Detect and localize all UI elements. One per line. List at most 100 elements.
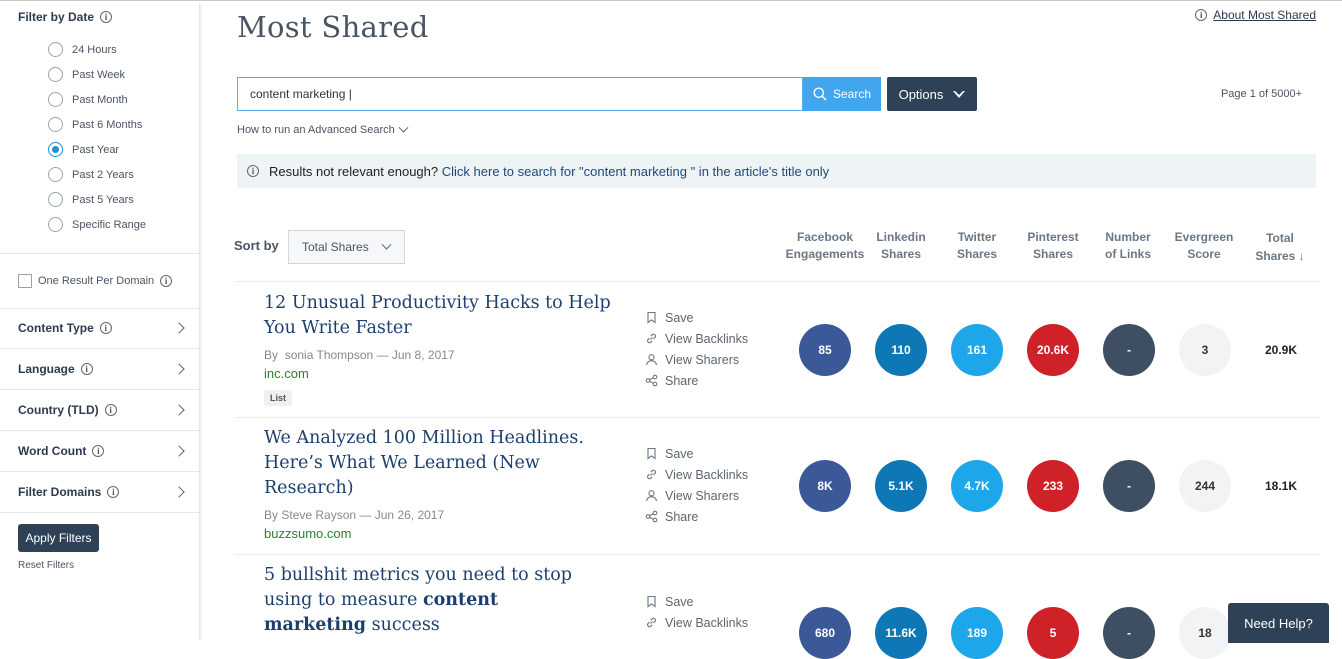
article-domain[interactable]: inc.com bbox=[264, 366, 309, 381]
article-title[interactable]: 5 bullshit metrics you need to stop usin… bbox=[264, 563, 594, 638]
number-of-links-badge[interactable]: - bbox=[1103, 607, 1155, 659]
article-title[interactable]: 12 Unusual Productivity Hacks to Help Yo… bbox=[264, 291, 614, 341]
linkedin-shares-badge[interactable]: 11.6K bbox=[875, 607, 927, 659]
save-button[interactable]: Save bbox=[645, 591, 748, 612]
date-option-past-6-months[interactable]: Past 6 Months bbox=[48, 112, 146, 137]
advanced-search-link[interactable]: How to run an Advanced Search bbox=[237, 122, 409, 136]
view-backlinks-button[interactable]: View Backlinks bbox=[645, 612, 748, 633]
sort-select-value: Total Shares bbox=[302, 240, 369, 254]
facebook-engagements-badge[interactable]: 680 bbox=[799, 607, 851, 659]
date-option-past-week[interactable]: Past Week bbox=[48, 62, 146, 87]
link-icon bbox=[647, 617, 656, 628]
total-shares-value: 20.9K bbox=[1264, 343, 1298, 357]
twitter-shares-badge[interactable]: 4.7K bbox=[951, 460, 1003, 512]
save-button[interactable]: Save bbox=[645, 307, 748, 328]
search-button[interactable]: Search bbox=[803, 77, 881, 111]
date-option-label: Past Year bbox=[72, 143, 120, 156]
date-option-past-year[interactable]: Past Year bbox=[48, 137, 146, 162]
checkbox[interactable] bbox=[18, 274, 32, 288]
title-only-search-link[interactable]: Click here to search for "content market… bbox=[442, 164, 829, 179]
linkedin-shares-badge[interactable]: 110 bbox=[875, 324, 927, 376]
linkedin-shares-badge[interactable]: 5.1K bbox=[875, 460, 927, 512]
article-date: — Jun 26, 2017 bbox=[359, 508, 445, 522]
byline-prefix: By bbox=[264, 348, 279, 362]
options-button[interactable]: Options bbox=[887, 77, 977, 111]
info-icon[interactable]: i bbox=[104, 404, 117, 416]
sidebar-item-label: Country (TLD) bbox=[18, 403, 99, 417]
notice-prefix: Results not relevant enough? bbox=[269, 163, 439, 179]
total-shares-value: 18.1K bbox=[1264, 479, 1298, 493]
date-option-past-5-years[interactable]: Past 5 Years bbox=[48, 187, 146, 212]
article-author[interactable]: sonia Thompson bbox=[285, 348, 374, 362]
info-icon[interactable]: i bbox=[99, 322, 112, 334]
view-sharers-button[interactable]: View Sharers bbox=[645, 485, 748, 506]
link-icon bbox=[647, 333, 656, 344]
sort-by-label: Sort by bbox=[234, 238, 279, 253]
article-domain[interactable]: buzzsumo.com bbox=[264, 526, 351, 541]
date-option-specific-range[interactable]: Specific Range bbox=[48, 212, 146, 237]
article-author[interactable]: Steve Rayson bbox=[281, 508, 356, 522]
date-option-24-hours[interactable]: 24 Hours bbox=[48, 37, 146, 62]
facebook-engagements-badge[interactable]: 85 bbox=[799, 324, 851, 376]
number-of-links-badge[interactable]: - bbox=[1103, 324, 1155, 376]
info-icon[interactable]: i bbox=[92, 445, 105, 457]
radio-button[interactable] bbox=[48, 42, 63, 57]
sidebar-item-word-count[interactable]: Word Count i bbox=[0, 431, 199, 472]
row-divider bbox=[234, 281, 1320, 282]
sidebar-item-content-type[interactable]: Content Type i bbox=[0, 308, 199, 349]
about-link-label[interactable]: About Most Shared bbox=[1213, 8, 1316, 22]
radio-button-selected[interactable] bbox=[48, 142, 63, 157]
evergreen-score-badge: 3 bbox=[1179, 324, 1231, 376]
info-icon[interactable]: i bbox=[100, 11, 113, 23]
radio-button[interactable] bbox=[48, 167, 63, 182]
need-help-button[interactable]: Need Help? bbox=[1228, 603, 1329, 643]
number-of-links-badge[interactable]: - bbox=[1103, 460, 1155, 512]
radio-button[interactable] bbox=[48, 67, 63, 82]
view-backlinks-button[interactable]: View Backlinks bbox=[645, 328, 748, 349]
radio-button[interactable] bbox=[48, 217, 63, 232]
chevron-right-icon bbox=[173, 322, 185, 334]
row-divider bbox=[234, 554, 1320, 555]
pinterest-shares-badge[interactable]: 20.6K bbox=[1027, 324, 1079, 376]
article-date: — Jun 8, 2017 bbox=[376, 348, 455, 362]
share-button[interactable]: Share bbox=[645, 370, 748, 391]
article-title[interactable]: We Analyzed 100 Million Headlines. Here’… bbox=[264, 426, 594, 501]
date-option-past-month[interactable]: Past Month bbox=[48, 87, 146, 112]
sort-select[interactable]: Total Shares bbox=[288, 230, 405, 264]
radio-button[interactable] bbox=[48, 117, 63, 132]
twitter-shares-badge[interactable]: 161 bbox=[951, 324, 1003, 376]
page-title: Most Shared bbox=[237, 10, 429, 44]
sidebar-item-filter-domains[interactable]: Filter Domains i bbox=[0, 472, 199, 513]
article-type-tag: List bbox=[264, 390, 293, 406]
share-button[interactable]: Share bbox=[645, 506, 748, 527]
apply-filters-button[interactable]: Apply Filters bbox=[18, 524, 99, 552]
reset-filters-link[interactable]: Reset Filters bbox=[18, 560, 74, 571]
facebook-engagements-badge[interactable]: 8K bbox=[799, 460, 851, 512]
about-most-shared-link[interactable]: i About Most Shared bbox=[1195, 8, 1316, 22]
date-radio-group: 24 Hours Past Week Past Month Past 6 Mon… bbox=[48, 37, 146, 237]
options-button-label: Options bbox=[898, 86, 944, 102]
column-header-total-shares[interactable]: Total Shares ↓ bbox=[1235, 229, 1325, 265]
radio-button[interactable] bbox=[48, 92, 63, 107]
search-input[interactable] bbox=[237, 77, 803, 111]
action-label: View Backlinks bbox=[665, 615, 749, 630]
advanced-search-label: How to run an Advanced Search bbox=[237, 124, 395, 136]
sidebar-item-label: Word Count bbox=[18, 444, 87, 458]
info-icon[interactable]: i bbox=[80, 363, 93, 375]
pinterest-shares-badge[interactable]: 233 bbox=[1027, 460, 1079, 512]
one-result-per-domain[interactable]: One Result Per Domain i bbox=[18, 274, 173, 288]
twitter-shares-badge[interactable]: 189 bbox=[951, 607, 1003, 659]
view-backlinks-button[interactable]: View Backlinks bbox=[645, 464, 748, 485]
pinterest-shares-badge[interactable]: 5 bbox=[1027, 607, 1079, 659]
save-button[interactable]: Save bbox=[645, 443, 748, 464]
view-sharers-button[interactable]: View Sharers bbox=[645, 349, 748, 370]
date-option-past-2-years[interactable]: Past 2 Years bbox=[48, 162, 146, 187]
info-icon[interactable]: i bbox=[160, 275, 173, 287]
sidebar-item-language[interactable]: Language i bbox=[0, 349, 199, 390]
sidebar-item-country[interactable]: Country (TLD) i bbox=[0, 390, 199, 431]
action-label: Save bbox=[665, 594, 694, 609]
info-icon[interactable]: i bbox=[107, 486, 120, 498]
byline-prefix: By bbox=[264, 508, 279, 522]
radio-button[interactable] bbox=[48, 192, 63, 207]
chevron-down-icon bbox=[953, 90, 966, 98]
